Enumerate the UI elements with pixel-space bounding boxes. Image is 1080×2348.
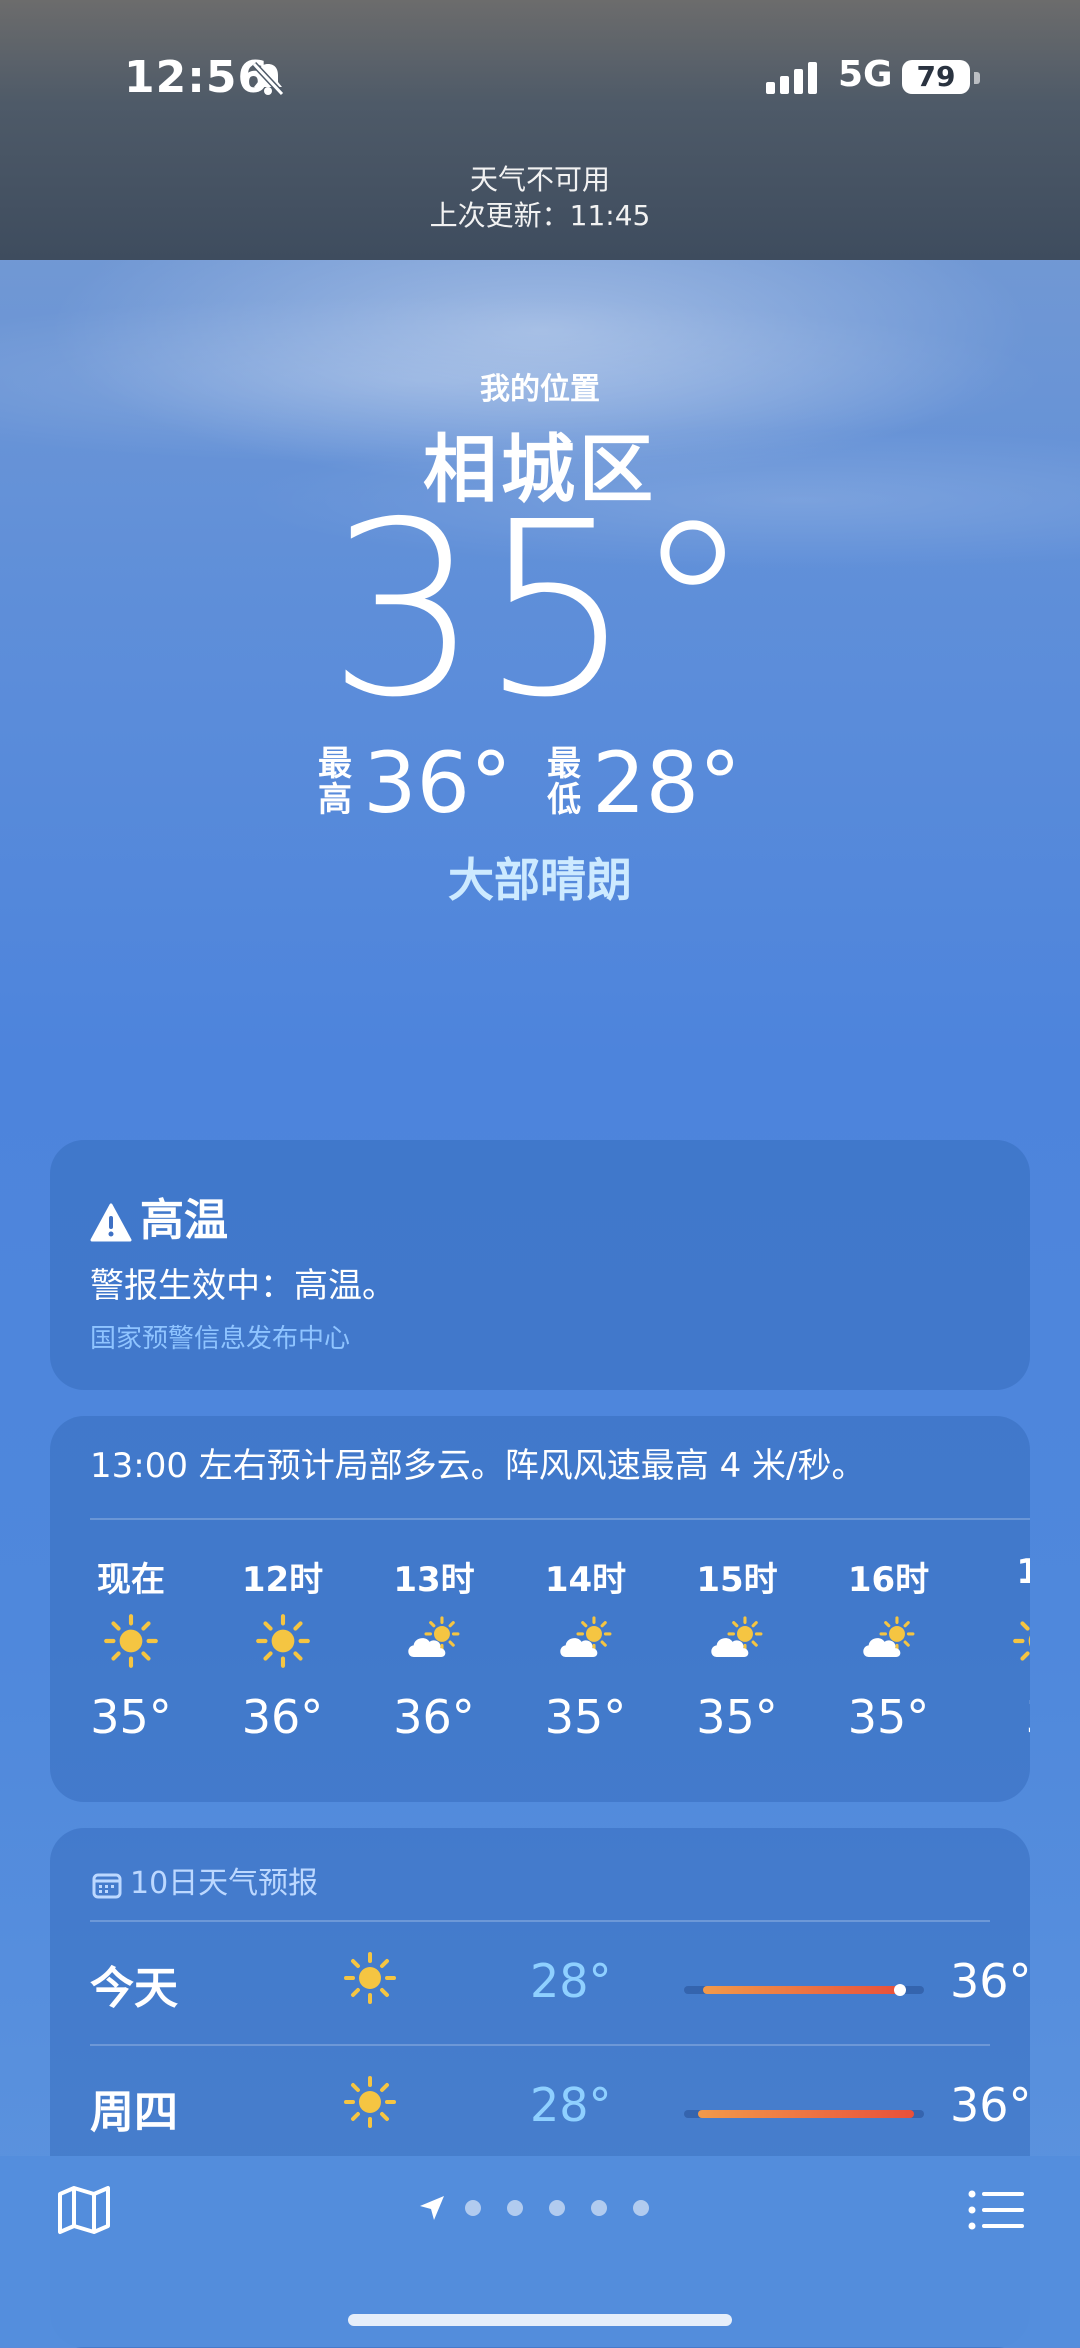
hour-item[interactable]: 16时 35° — [834, 1552, 944, 1744]
partly-cloudy-icon — [379, 1600, 489, 1682]
day-name: 今天 — [90, 1963, 178, 2014]
page-indicator[interactable] — [418, 2194, 662, 2224]
location-arrow-icon — [420, 2196, 444, 2220]
partly-cloudy-icon — [834, 1600, 944, 1682]
calendar-icon — [92, 1873, 122, 1898]
hourly-forecast-card[interactable]: 13:00 左右预计局部多云。阵风风速最高 4 米/秒。 现在 35° 12时 36°… — [50, 1416, 1030, 1802]
hour-item[interactable]: 17 3 — [985, 1552, 1030, 1744]
last-updated-text: 上次更新：11:45 — [429, 199, 651, 232]
alert-body: 警报生效中：高温。 — [90, 1266, 396, 1306]
low-temp: 28° — [592, 734, 742, 832]
hour-item[interactable]: 现在 35° — [76, 1552, 186, 1744]
day-low-temp: 28° — [530, 1954, 612, 2008]
hour-temp: 35° — [696, 1690, 778, 1744]
day-name: 周四 — [90, 2087, 178, 2138]
battery-indicator: 79 — [902, 60, 970, 94]
sun-icon — [76, 1600, 186, 1682]
ten-day-title: 10日天气预报 — [92, 1858, 318, 1902]
page-dot[interactable] — [633, 2200, 649, 2216]
page-dot[interactable] — [507, 2200, 523, 2216]
hour-label: 16时 — [847, 1560, 930, 1600]
list-icon[interactable] — [968, 2190, 1024, 2236]
hour-item[interactable]: 13时 36° — [379, 1552, 489, 1744]
silent-bell-icon — [248, 58, 288, 102]
hour-temp: 35° — [90, 1690, 172, 1744]
high-label: 最高 — [318, 744, 352, 820]
top-bar: 12:56 5G 79 天气不可用 上次更新：11:45 — [0, 0, 1080, 260]
status-bar: 12:56 5G 79 — [0, 52, 1080, 112]
unavailable-text: 天气不可用 — [469, 163, 610, 196]
day-low-temp: 28° — [530, 2078, 612, 2132]
sun-icon — [340, 2072, 400, 2136]
cellular-signal-icon — [766, 62, 822, 98]
hourly-divider — [90, 1518, 1030, 1520]
hour-label: 15时 — [696, 1560, 778, 1600]
alert-title: 高温 — [90, 1184, 228, 1248]
temp-range-bar — [684, 2110, 924, 2118]
partly-cloudy-icon — [531, 1600, 641, 1682]
day-row[interactable]: 周四 28° 36° — [90, 2046, 1032, 2166]
sun-icon — [340, 1948, 400, 2012]
day-high-temp: 36° — [950, 2078, 1032, 2132]
hour-item[interactable]: 12时 36° — [228, 1552, 338, 1744]
network-type: 5G — [838, 54, 893, 95]
hour-label: 17 — [1016, 1552, 1030, 1592]
partly-cloudy-icon — [682, 1600, 792, 1682]
home-indicator[interactable] — [348, 2314, 732, 2326]
hour-temp: 35° — [847, 1690, 930, 1744]
hourly-summary: 13:00 左右预计局部多云。阵风风速最高 4 米/秒。 — [90, 1446, 866, 1486]
hour-label: 12时 — [241, 1560, 324, 1600]
low-label: 最低 — [547, 744, 582, 820]
hour-item[interactable]: 15时 35° — [682, 1552, 792, 1744]
sun-icon — [228, 1600, 338, 1682]
hour-temp: 3 — [985, 1690, 1030, 1744]
temp-range-fill — [703, 1986, 900, 1994]
page-dot[interactable] — [591, 2200, 607, 2216]
page-dot[interactable] — [549, 2200, 565, 2216]
my-location-label: 我的位置 — [480, 372, 600, 407]
hour-item[interactable]: 14时 35° — [531, 1552, 641, 1744]
condition-text: 大部晴朗 — [448, 853, 632, 907]
page-dot[interactable] — [465, 2200, 481, 2216]
day-high-temp: 36° — [950, 1954, 1032, 2008]
high-temp: 36° — [363, 734, 512, 832]
current-temperature: 35° — [327, 470, 753, 750]
weather-unavailable-banner: 天气不可用 上次更新：11:45 — [0, 162, 1080, 234]
hour-label: 现在 — [97, 1560, 165, 1600]
alert-card[interactable]: 高温 警报生效中：高温。 国家预警信息发布中心 — [50, 1140, 1030, 1390]
high-low-temps: 最高 36° 最低 28° — [318, 738, 771, 828]
temp-range-bar — [684, 1984, 924, 1996]
warning-icon — [90, 1203, 132, 1242]
current-temp-dot — [894, 1984, 906, 1996]
alert-source[interactable]: 国家预警信息发布中心 — [90, 1318, 350, 1355]
hour-temp: 36° — [241, 1690, 324, 1744]
sun-icon — [985, 1600, 1030, 1682]
hour-label: 14时 — [544, 1560, 627, 1600]
temp-range-fill — [698, 2110, 915, 2118]
hour-temp: 36° — [393, 1690, 475, 1744]
battery-tip — [974, 72, 980, 84]
hour-temp: 35° — [544, 1690, 627, 1744]
day-row[interactable]: 今天 28° 36° — [90, 1922, 1032, 2046]
map-icon[interactable] — [56, 2184, 112, 2240]
hour-label: 13时 — [393, 1560, 475, 1600]
